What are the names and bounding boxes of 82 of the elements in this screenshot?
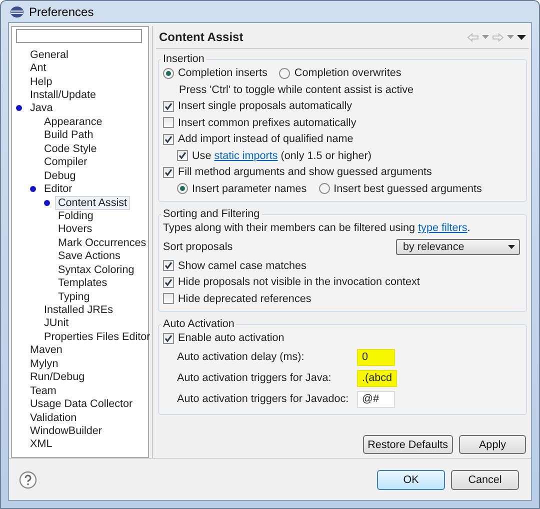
tree-item[interactable]: XML [27,437,56,452]
filter-field[interactable] [16,29,142,43]
page-title: Content Assist [159,30,244,44]
group-title: Insertion [162,53,206,65]
input-field[interactable]: @# [357,390,395,408]
checkbox[interactable] [163,134,174,145]
tree-item[interactable]: Properties Files Editor [41,330,154,344]
tree-item[interactable]: Typing [55,290,93,304]
checkbox-label: Fill method arguments and show guessed arguments [178,166,432,178]
group-title: Sorting and Filtering [162,208,261,220]
sort-dropdown[interactable]: by relevance [396,239,520,255]
static-imports-link[interactable]: static imports [214,150,278,162]
tree-item[interactable]: Code Style [41,142,100,156]
type-filters-link[interactable]: type filters [418,222,468,234]
field-label: Auto activation triggers for Javadoc: [177,393,350,405]
tree-item[interactable]: General [27,48,72,62]
tree-item[interactable]: Folding [55,208,96,223]
dropdown-caret-icon [508,245,515,249]
tree-item[interactable]: Java [27,101,56,116]
input-field[interactable]: 0 [357,348,395,366]
checkbox[interactable] [163,166,174,178]
radio-button[interactable] [163,68,174,79]
tree-item[interactable]: Mark Occurrences [55,236,150,250]
tree-item[interactable]: Editor [41,182,76,196]
radio-label: Completion overwrites [294,67,402,80]
tree-item[interactable]: Save Actions [55,249,124,264]
dialog-button[interactable]: OK [377,470,445,490]
tree-item[interactable]: Debug [41,168,79,183]
tree-item[interactable]: Run/Debug [27,370,88,384]
tree-item[interactable]: Build Path [41,128,96,142]
checkbox-label: Hide deprecated references [178,292,312,305]
tree-item[interactable]: Templates [55,276,110,290]
tree-item[interactable]: Hovers [55,222,96,236]
tree-item[interactable]: Content Assist [55,196,130,210]
checkbox[interactable] [177,150,188,162]
tree-item[interactable]: WindowBuilder [27,424,106,438]
checkbox[interactable] [163,293,174,304]
tree-item[interactable]: Maven [27,343,66,358]
app-icon [10,6,24,18]
checkbox[interactable] [163,332,174,344]
checkbox[interactable] [163,276,174,288]
help-icon[interactable] [19,470,37,488]
tree-item[interactable]: Appearance [41,114,106,129]
checkbox[interactable] [163,117,174,128]
page-button[interactable]: Apply [459,435,526,454]
radio-label: Insert parameter names [192,182,307,195]
tree-item[interactable]: Syntax Coloring [55,262,138,277]
tree-item[interactable]: Team [27,384,60,398]
checkbox-label: Insert single proposals automatically [178,100,352,112]
tree-item[interactable]: Mylyn [27,356,62,371]
tree-item[interactable]: Compiler [41,155,90,170]
radio-button[interactable] [177,183,188,194]
info-text: Types along with their members can be filtered using type filters. [163,222,470,234]
radio-label: Insert best guessed arguments [334,182,482,195]
radio-button[interactable] [318,183,330,194]
checkbox-label: Use static imports (only 1.5 or higher) [192,150,372,162]
tree-item[interactable]: Help [27,74,56,89]
tree-item[interactable]: JUnit [41,316,72,330]
checkbox-label: Hide proposals not visible in the invocation context [178,276,420,288]
radio-label: Completion inserts [178,67,268,80]
tree-item[interactable]: Validation [27,410,80,425]
input-field[interactable]: .(abcd [357,370,398,386]
checkbox[interactable] [163,260,174,272]
checkbox-label: Insert common prefixes automatically [178,116,356,129]
tree-item[interactable]: Usage Data Collector [27,397,136,412]
tree-item[interactable]: Install/Update [27,88,100,102]
checkbox-label: Enable auto activation [178,332,284,344]
sort-label: Sort proposals [163,241,233,253]
checkbox[interactable] [163,100,174,112]
hint-text: Press 'Ctrl' to toggle while content assist is active [179,84,414,96]
checkbox-label: Show camel case matches [178,260,306,272]
field-label: Auto activation triggers for Java: [177,372,332,384]
dialog-button[interactable]: Cancel [451,470,519,490]
page-button[interactable]: Restore Defaults [362,435,453,454]
group-title: Auto Activation [162,318,236,330]
tree-item[interactable]: Installed JREs [41,303,116,318]
field-label: Auto activation delay (ms): [177,351,306,363]
radio-button[interactable] [279,68,290,79]
checkbox-label: Add import instead of qualified name [178,133,354,146]
window-title: Preferences [29,4,94,18]
menu-caret-icon[interactable] [517,34,526,40]
tree-item[interactable]: Ant [27,61,50,76]
